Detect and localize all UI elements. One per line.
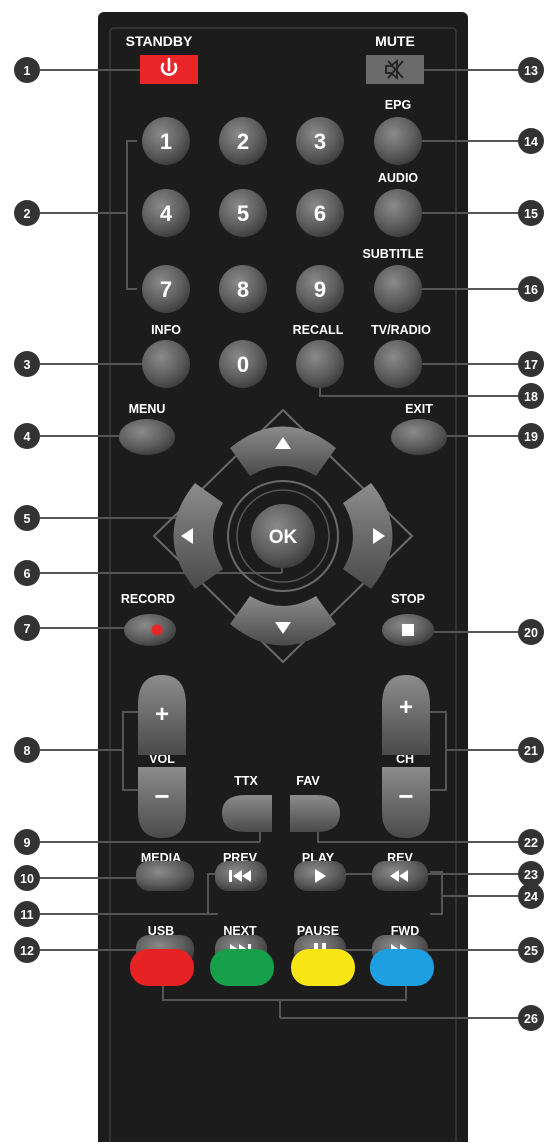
svg-text:19: 19 bbox=[524, 430, 538, 444]
callout-badge: 1 bbox=[14, 57, 40, 83]
svg-text:2: 2 bbox=[24, 207, 31, 221]
callout-badge: 25 bbox=[518, 937, 544, 963]
callout-badge: 11 bbox=[14, 901, 40, 927]
callout-badge: 5 bbox=[14, 505, 40, 531]
epg-button[interactable] bbox=[374, 117, 422, 165]
info-label: INFO bbox=[151, 323, 181, 337]
ttx-label: TTX bbox=[234, 774, 258, 788]
callout-badge: 2 bbox=[14, 200, 40, 226]
vol-down-symbol: − bbox=[154, 781, 169, 811]
svg-text:6: 6 bbox=[24, 567, 31, 581]
callout-badge: 9 bbox=[14, 829, 40, 855]
digit-label: 0 bbox=[237, 352, 249, 377]
svg-text:15: 15 bbox=[524, 207, 538, 221]
digit-label: 4 bbox=[160, 201, 173, 226]
exit-button[interactable] bbox=[391, 419, 447, 455]
svg-text:5: 5 bbox=[24, 512, 31, 526]
svg-text:8: 8 bbox=[24, 744, 31, 758]
green-button[interactable] bbox=[210, 949, 274, 986]
ok-label: OK bbox=[269, 527, 298, 548]
callout-badge: 14 bbox=[518, 128, 544, 154]
callout-badge: 8 bbox=[14, 737, 40, 763]
recall-button[interactable] bbox=[296, 340, 344, 388]
red-button[interactable] bbox=[130, 949, 194, 986]
callout-badge: 4 bbox=[14, 423, 40, 449]
fav-label: FAV bbox=[296, 774, 320, 788]
svg-text:3: 3 bbox=[24, 358, 31, 372]
svg-text:18: 18 bbox=[524, 390, 538, 404]
standby-label: STANDBY bbox=[126, 33, 193, 49]
svg-text:24: 24 bbox=[524, 890, 538, 904]
subtitle-button[interactable] bbox=[374, 265, 422, 313]
blue-button[interactable] bbox=[370, 949, 434, 986]
callout-badge: 26 bbox=[518, 1005, 544, 1031]
digit-label: 8 bbox=[237, 277, 249, 302]
yellow-button[interactable] bbox=[291, 949, 355, 986]
ttx-button[interactable] bbox=[222, 795, 272, 832]
audio-button[interactable] bbox=[374, 189, 422, 237]
svg-text:4: 4 bbox=[24, 430, 31, 444]
ch-down-symbol: − bbox=[398, 781, 413, 811]
digit-label: 2 bbox=[237, 129, 249, 154]
digit-label: 5 bbox=[237, 201, 249, 226]
callout-badge: 24 bbox=[518, 883, 544, 909]
stop-label: STOP bbox=[391, 592, 425, 606]
ch-up-symbol: + bbox=[399, 694, 413, 721]
callout-badge: 19 bbox=[518, 423, 544, 449]
svg-text:16: 16 bbox=[524, 283, 538, 297]
callout-badge: 15 bbox=[518, 200, 544, 226]
tv-radio-button[interactable] bbox=[374, 340, 422, 388]
svg-text:21: 21 bbox=[524, 744, 538, 758]
svg-text:10: 10 bbox=[20, 872, 34, 886]
exit-label: EXIT bbox=[405, 402, 433, 416]
svg-text:7: 7 bbox=[24, 622, 31, 636]
callout-badge: 3 bbox=[14, 351, 40, 377]
remote-control-diagram: STANDBY MUTE 1 2 3 4 5 6 7 8 9 0 EPG AUD… bbox=[0, 0, 550, 1147]
svg-text:23: 23 bbox=[524, 868, 538, 882]
digit-label: 6 bbox=[314, 201, 326, 226]
menu-button[interactable] bbox=[119, 419, 175, 455]
callout-badge: 12 bbox=[14, 937, 40, 963]
epg-label: EPG bbox=[385, 98, 411, 112]
digit-label: 3 bbox=[314, 129, 326, 154]
svg-text:13: 13 bbox=[524, 64, 538, 78]
mute-label: MUTE bbox=[375, 33, 415, 49]
callout-badge: 22 bbox=[518, 829, 544, 855]
svg-text:14: 14 bbox=[524, 135, 538, 149]
info-button[interactable] bbox=[142, 340, 190, 388]
audio-label: AUDIO bbox=[378, 171, 419, 185]
callout-badge: 13 bbox=[518, 57, 544, 83]
fav-button[interactable] bbox=[290, 795, 340, 832]
svg-text:11: 11 bbox=[20, 908, 33, 922]
menu-label: MENU bbox=[129, 402, 166, 416]
svg-text:22: 22 bbox=[524, 836, 538, 850]
media-button[interactable] bbox=[136, 861, 194, 891]
callout-badge: 21 bbox=[518, 737, 544, 763]
record-dot-icon bbox=[151, 624, 163, 636]
subtitle-label: SUBTITLE bbox=[362, 247, 423, 261]
svg-text:1: 1 bbox=[24, 64, 31, 78]
svg-text:20: 20 bbox=[524, 626, 538, 640]
callout-badge: 17 bbox=[518, 351, 544, 377]
stop-square-icon bbox=[402, 624, 414, 636]
callout-badge: 6 bbox=[14, 560, 40, 586]
vol-up-symbol: + bbox=[155, 701, 169, 728]
callout-badge: 20 bbox=[518, 619, 544, 645]
svg-text:12: 12 bbox=[20, 944, 34, 958]
digit-label: 9 bbox=[314, 277, 326, 302]
svg-text:25: 25 bbox=[524, 944, 538, 958]
svg-text:17: 17 bbox=[524, 358, 538, 372]
record-button[interactable] bbox=[124, 614, 176, 646]
record-label: RECORD bbox=[121, 592, 175, 606]
callout-badge: 10 bbox=[14, 865, 40, 891]
digit-label: 7 bbox=[160, 277, 172, 302]
callout-badge: 16 bbox=[518, 276, 544, 302]
recall-label: RECALL bbox=[293, 323, 344, 337]
callout-badge: 7 bbox=[14, 615, 40, 641]
callout-badge: 18 bbox=[518, 383, 544, 409]
svg-text:9: 9 bbox=[24, 836, 31, 850]
tv-radio-label: TV/RADIO bbox=[371, 323, 431, 337]
svg-text:26: 26 bbox=[524, 1012, 538, 1026]
digit-label: 1 bbox=[160, 129, 172, 154]
